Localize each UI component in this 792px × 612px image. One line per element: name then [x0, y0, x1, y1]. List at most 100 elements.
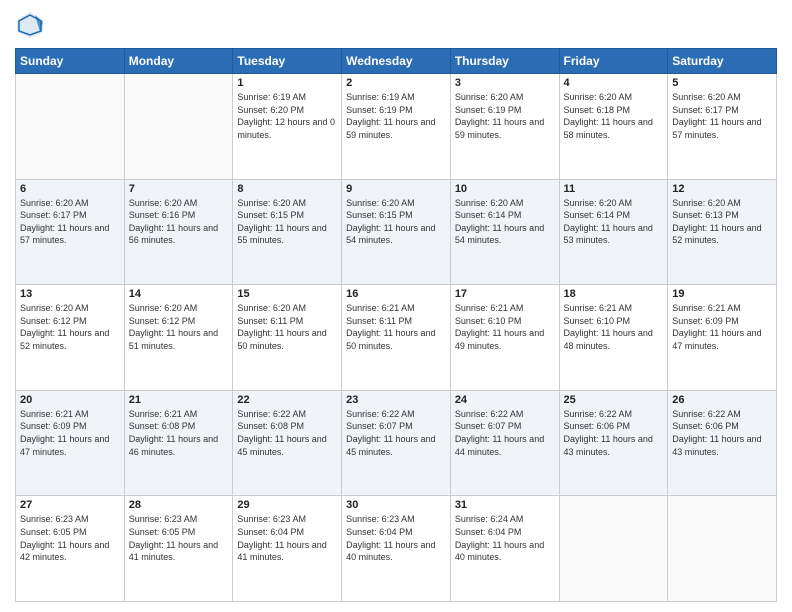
day-number: 25 [564, 394, 664, 406]
calendar-cell: 6 Sunrise: 6:20 AM Sunset: 6:17 PM Daylig… [16, 179, 125, 285]
day-info: Sunrise: 6:19 AM Sunset: 6:20 PM Dayligh… [237, 91, 337, 141]
calendar-cell: 31 Sunrise: 6:24 AM Sunset: 6:04 PM Dayli… [450, 496, 559, 602]
calendar-cell: 4 Sunrise: 6:20 AM Sunset: 6:18 PM Daylig… [559, 74, 668, 180]
day-info: Sunrise: 6:22 AM Sunset: 6:07 PM Dayligh… [455, 408, 555, 458]
day-number: 6 [20, 183, 120, 195]
day-info: Sunrise: 6:20 AM Sunset: 6:13 PM Dayligh… [672, 197, 772, 247]
calendar-cell: 21 Sunrise: 6:21 AM Sunset: 6:08 PM Dayli… [124, 390, 233, 496]
day-header-sunday: Sunday [16, 49, 125, 74]
calendar-cell: 20 Sunrise: 6:21 AM Sunset: 6:09 PM Dayli… [16, 390, 125, 496]
calendar-cell [124, 74, 233, 180]
day-number: 17 [455, 288, 555, 300]
day-info: Sunrise: 6:21 AM Sunset: 6:09 PM Dayligh… [20, 408, 120, 458]
day-number: 9 [346, 183, 446, 195]
calendar-cell: 28 Sunrise: 6:23 AM Sunset: 6:05 PM Dayli… [124, 496, 233, 602]
day-number: 15 [237, 288, 337, 300]
day-number: 27 [20, 499, 120, 511]
calendar-cell: 7 Sunrise: 6:20 AM Sunset: 6:16 PM Daylig… [124, 179, 233, 285]
day-number: 13 [20, 288, 120, 300]
week-row-3: 13 Sunrise: 6:20 AM Sunset: 6:12 PM Dayli… [16, 285, 777, 391]
logo [15, 10, 49, 40]
day-info: Sunrise: 6:23 AM Sunset: 6:04 PM Dayligh… [346, 513, 446, 563]
day-info: Sunrise: 6:20 AM Sunset: 6:15 PM Dayligh… [237, 197, 337, 247]
day-info: Sunrise: 6:20 AM Sunset: 6:16 PM Dayligh… [129, 197, 229, 247]
day-number: 11 [564, 183, 664, 195]
day-number: 23 [346, 394, 446, 406]
day-number: 5 [672, 77, 772, 89]
day-number: 4 [564, 77, 664, 89]
day-info: Sunrise: 6:23 AM Sunset: 6:05 PM Dayligh… [129, 513, 229, 563]
day-header-saturday: Saturday [668, 49, 777, 74]
day-info: Sunrise: 6:20 AM Sunset: 6:11 PM Dayligh… [237, 302, 337, 352]
day-number: 16 [346, 288, 446, 300]
calendar-cell: 3 Sunrise: 6:20 AM Sunset: 6:19 PM Daylig… [450, 74, 559, 180]
day-header-tuesday: Tuesday [233, 49, 342, 74]
day-info: Sunrise: 6:21 AM Sunset: 6:10 PM Dayligh… [564, 302, 664, 352]
day-info: Sunrise: 6:20 AM Sunset: 6:18 PM Dayligh… [564, 91, 664, 141]
calendar-cell: 18 Sunrise: 6:21 AM Sunset: 6:10 PM Dayli… [559, 285, 668, 391]
calendar-cell: 27 Sunrise: 6:23 AM Sunset: 6:05 PM Dayli… [16, 496, 125, 602]
day-number: 29 [237, 499, 337, 511]
calendar-cell: 12Sunrise: 6:20 AM Sunset: 6:13 PM Dayli… [668, 179, 777, 285]
calendar-cell: 29Sunrise: 6:23 AM Sunset: 6:04 PM Dayli… [233, 496, 342, 602]
calendar-cell: 13 Sunrise: 6:20 AM Sunset: 6:12 PM Dayli… [16, 285, 125, 391]
calendar-cell: 19 Sunrise: 6:21 AM Sunset: 6:09 PM Dayli… [668, 285, 777, 391]
day-info: Sunrise: 6:20 AM Sunset: 6:15 PM Dayligh… [346, 197, 446, 247]
week-row-2: 6 Sunrise: 6:20 AM Sunset: 6:17 PM Daylig… [16, 179, 777, 285]
calendar-cell: 11 Sunrise: 6:20 AM Sunset: 6:14 PM Dayli… [559, 179, 668, 285]
day-number: 14 [129, 288, 229, 300]
calendar-cell: 16 Sunrise: 6:21 AM Sunset: 6:11 PM Dayli… [342, 285, 451, 391]
calendar-cell: 23 Sunrise: 6:22 AM Sunset: 6:07 PM Dayli… [342, 390, 451, 496]
day-info: Sunrise: 6:20 AM Sunset: 6:12 PM Dayligh… [129, 302, 229, 352]
calendar-cell: 5 Sunrise: 6:20 AM Sunset: 6:17 PM Daylig… [668, 74, 777, 180]
day-number: 10 [455, 183, 555, 195]
week-row-4: 20 Sunrise: 6:21 AM Sunset: 6:09 PM Dayli… [16, 390, 777, 496]
day-info: Sunrise: 6:21 AM Sunset: 6:09 PM Dayligh… [672, 302, 772, 352]
week-row-1: 1Sunrise: 6:19 AM Sunset: 6:20 PM Daylig… [16, 74, 777, 180]
logo-icon [15, 10, 45, 40]
day-info: Sunrise: 6:23 AM Sunset: 6:05 PM Dayligh… [20, 513, 120, 563]
day-header-thursday: Thursday [450, 49, 559, 74]
day-info: Sunrise: 6:19 AM Sunset: 6:19 PM Dayligh… [346, 91, 446, 141]
calendar-cell: 17Sunrise: 6:21 AM Sunset: 6:10 PM Dayli… [450, 285, 559, 391]
days-header-row: SundayMondayTuesdayWednesdayThursdayFrid… [16, 49, 777, 74]
day-info: Sunrise: 6:20 AM Sunset: 6:19 PM Dayligh… [455, 91, 555, 141]
day-number: 21 [129, 394, 229, 406]
day-number: 2 [346, 77, 446, 89]
calendar-cell: 30 Sunrise: 6:23 AM Sunset: 6:04 PM Dayli… [342, 496, 451, 602]
day-number: 30 [346, 499, 446, 511]
day-number: 24 [455, 394, 555, 406]
day-number: 22 [237, 394, 337, 406]
day-number: 28 [129, 499, 229, 511]
day-info: Sunrise: 6:22 AM Sunset: 6:06 PM Dayligh… [564, 408, 664, 458]
day-info: Sunrise: 6:20 AM Sunset: 6:17 PM Dayligh… [20, 197, 120, 247]
day-info: Sunrise: 6:21 AM Sunset: 6:11 PM Dayligh… [346, 302, 446, 352]
calendar-cell: 10 Sunrise: 6:20 AM Sunset: 6:14 PM Dayli… [450, 179, 559, 285]
day-number: 8 [237, 183, 337, 195]
day-number: 3 [455, 77, 555, 89]
calendar-cell: 15 Sunrise: 6:20 AM Sunset: 6:11 PM Dayli… [233, 285, 342, 391]
day-info: Sunrise: 6:20 AM Sunset: 6:14 PM Dayligh… [564, 197, 664, 247]
day-info: Sunrise: 6:21 AM Sunset: 6:08 PM Dayligh… [129, 408, 229, 458]
calendar-cell: 22Sunrise: 6:22 AM Sunset: 6:08 PM Dayli… [233, 390, 342, 496]
day-info: Sunrise: 6:20 AM Sunset: 6:12 PM Dayligh… [20, 302, 120, 352]
day-info: Sunrise: 6:22 AM Sunset: 6:07 PM Dayligh… [346, 408, 446, 458]
calendar-cell [668, 496, 777, 602]
calendar-cell: 2 Sunrise: 6:19 AM Sunset: 6:19 PM Daylig… [342, 74, 451, 180]
calendar-cell: 26Sunrise: 6:22 AM Sunset: 6:06 PM Dayli… [668, 390, 777, 496]
day-number: 20 [20, 394, 120, 406]
day-number: 7 [129, 183, 229, 195]
day-info: Sunrise: 6:20 AM Sunset: 6:14 PM Dayligh… [455, 197, 555, 247]
calendar-cell: 14 Sunrise: 6:20 AM Sunset: 6:12 PM Dayli… [124, 285, 233, 391]
calendar-cell [16, 74, 125, 180]
day-number: 18 [564, 288, 664, 300]
day-info: Sunrise: 6:20 AM Sunset: 6:17 PM Dayligh… [672, 91, 772, 141]
day-header-monday: Monday [124, 49, 233, 74]
day-number: 31 [455, 499, 555, 511]
week-row-5: 27 Sunrise: 6:23 AM Sunset: 6:05 PM Dayli… [16, 496, 777, 602]
calendar-cell: 1Sunrise: 6:19 AM Sunset: 6:20 PM Daylig… [233, 74, 342, 180]
day-header-friday: Friday [559, 49, 668, 74]
page: SundayMondayTuesdayWednesdayThursdayFrid… [0, 0, 792, 612]
day-info: Sunrise: 6:24 AM Sunset: 6:04 PM Dayligh… [455, 513, 555, 563]
day-number: 19 [672, 288, 772, 300]
